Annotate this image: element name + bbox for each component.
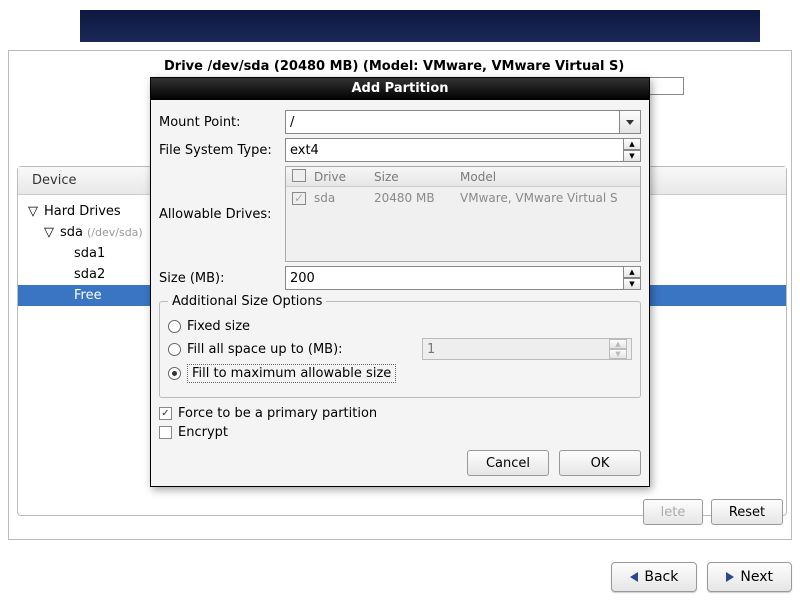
allowable-drives-label: Allowable Drives: (159, 207, 279, 222)
size-spin-up[interactable]: ▲ (623, 266, 641, 278)
expander-icon[interactable]: ▽ (42, 225, 56, 240)
radio-fill-max-label: Fill to maximum allowable size (187, 364, 396, 383)
next-button[interactable]: Next (707, 562, 792, 592)
fs-spin-up[interactable]: ▲ (623, 138, 641, 150)
size-options-group: Additional Size Options Fixed size Fill … (159, 294, 641, 398)
drive-checkbox (292, 192, 306, 205)
col-device[interactable]: Device (18, 167, 168, 194)
allowable-drives-table: Drive Size Model sda 20480 MB VMware, VM… (285, 166, 641, 262)
size-spin-down[interactable]: ▼ (623, 278, 641, 290)
fill-spin-up: ▲ (609, 339, 627, 349)
radio-fixed-size-label: Fixed size (187, 319, 250, 334)
radio-fill-up-to[interactable] (168, 343, 181, 356)
ok-button[interactable]: OK (559, 450, 641, 476)
wizard-nav: Back Next (611, 562, 792, 592)
installer-topbar (80, 10, 760, 42)
fs-type-label: File System Type: (159, 143, 279, 158)
size-options-legend: Additional Size Options (168, 294, 326, 309)
primary-partition-label: Force to be a primary partition (178, 406, 377, 421)
cancel-button[interactable]: Cancel (467, 450, 549, 476)
fill-up-to-spinner: 1 ▲ ▼ (422, 338, 632, 360)
fill-spin-down: ▼ (609, 349, 627, 359)
back-button[interactable]: Back (611, 562, 697, 592)
radio-fill-max[interactable] (168, 367, 181, 380)
fs-type-input[interactable] (285, 138, 623, 162)
chevron-down-icon (626, 120, 634, 125)
add-partition-dialog: Add Partition Mount Point: File System T… (150, 77, 650, 487)
radio-fixed-size[interactable] (168, 320, 181, 333)
arrow-right-icon (726, 572, 734, 582)
delete-button[interactable]: lete (643, 499, 703, 525)
encrypt-checkbox[interactable] (159, 426, 172, 439)
arrow-left-icon (630, 572, 638, 582)
radio-fill-up-to-label: Fill all space up to (MB): (187, 342, 343, 357)
col-drive: Drive (308, 170, 368, 184)
col-size: Size (368, 170, 454, 184)
mount-point-dropdown[interactable] (619, 110, 641, 134)
mount-point-label: Mount Point: (159, 115, 279, 130)
primary-partition-checkbox[interactable] (159, 407, 172, 420)
partition-actions: lete Reset (643, 499, 783, 525)
size-label: Size (MB): (159, 271, 279, 286)
dialog-title: Add Partition (151, 78, 649, 100)
mount-point-input[interactable] (285, 110, 619, 134)
expander-icon[interactable]: ▽ (26, 204, 40, 219)
size-input[interactable] (285, 266, 623, 290)
encrypt-label: Encrypt (178, 425, 228, 440)
fs-spin-down[interactable]: ▼ (623, 150, 641, 162)
select-all-checkbox (292, 169, 306, 182)
col-model: Model (454, 170, 502, 184)
drive-caption: Drive /dev/sda (20480 MB) (Model: VMware… (164, 59, 624, 74)
drive-row-sda: sda 20480 MB VMware, VMware Virtual S (286, 187, 640, 209)
reset-button[interactable]: Reset (711, 499, 783, 525)
